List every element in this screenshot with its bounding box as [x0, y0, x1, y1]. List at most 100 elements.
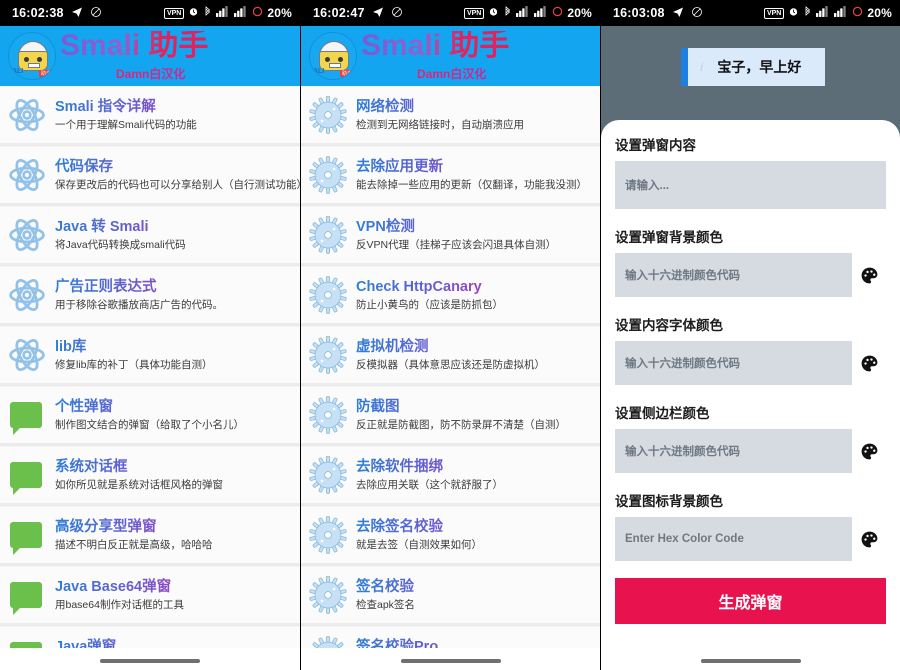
field-row: Enter Hex Color Code — [615, 517, 886, 561]
vpn-icon: VPN — [463, 7, 485, 19]
list-item-desc: 反正就是防截图，防不防录屏不清楚（自测） — [356, 418, 566, 431]
list-item-text: 去除应用更新 能去除掉一些应用的更新（仅翻译，功能我没测） — [356, 158, 592, 193]
mute-icon — [391, 6, 403, 21]
field-placeholder: Enter Hex Color Code — [625, 533, 744, 545]
gear-icon-svg — [309, 156, 347, 194]
list-item-title: Check HttpCanary — [356, 278, 592, 296]
list-item-text: 去除软件捆绑 去除应用关联（这个就舒服了） — [356, 458, 592, 493]
tool-list[interactable]: 网络检测 检测到无网络链接时，自动崩溃应用 去除应用更新 能去除掉一些应用的更新（仅翻… — [301, 86, 600, 670]
screenshot-triptych: 16:02:38 VPN 20% ALI 助手 Smali 助手 Damn白汉化… — [0, 0, 900, 670]
field-row: 输入十六进制颜色代码 — [615, 341, 886, 385]
hex-color-input[interactable]: 输入十六进制颜色代码 — [615, 253, 852, 297]
atom-icon — [8, 158, 46, 198]
palette-icon[interactable] — [852, 442, 886, 461]
content-input[interactable]: 请输入... — [615, 161, 886, 209]
palette-icon-svg — [861, 267, 877, 283]
list-item[interactable]: 虚拟机检测 反模拟器（具体意思应该还是防虚拟机） — [301, 326, 600, 383]
list-item-desc: 修复lib库的补丁（具体功能自测） — [55, 358, 213, 371]
field-label: 设置弹窗背景颜色 — [615, 230, 723, 245]
gear-icon — [309, 276, 347, 318]
list-item-icon — [309, 456, 347, 494]
palette-icon[interactable] — [852, 354, 886, 373]
gear-icon-svg — [309, 516, 347, 554]
atom-icon — [8, 98, 46, 138]
hex-color-input[interactable]: 输入十六进制颜色代码 — [615, 429, 852, 473]
list-item[interactable]: 签名校验 检查apk签名 — [301, 566, 600, 623]
list-item[interactable]: 去除软件捆绑 去除应用关联（这个就舒服了） — [301, 446, 600, 503]
list-item[interactable]: VPN检测 反VPN代理（挂梯子应该会闪退具体自测） — [301, 206, 600, 263]
gear-icon — [309, 336, 347, 378]
list-item[interactable]: 广告正则表达式 用于移除谷歌播放商店广告的代码。 — [0, 266, 300, 323]
list-item-icon — [8, 336, 46, 374]
atom-icon-svg — [9, 278, 45, 312]
status-bar: 16:03:08 VPN 20% — [601, 0, 900, 26]
list-item-icon — [309, 276, 347, 314]
form-field: 设置弹窗内容 请输入... — [615, 134, 886, 209]
list-item-title: 代码保存 — [55, 158, 292, 176]
list-item[interactable]: 去除签名校验 就是去签（自测效果如何） — [301, 506, 600, 563]
list-item[interactable]: 代码保存 保存更改后的代码也可以分享给别人（自行测试功能） — [0, 146, 300, 203]
list-item-icon — [8, 516, 46, 555]
app-header: ALI 助手 Smali 助手 Damn白汉化 — [301, 26, 600, 86]
list-item-desc: 一个用于理解Smali代码的功能 — [55, 118, 197, 131]
status-bar-left: 16:03:08 — [613, 6, 703, 21]
list-item-title: 系统对话框 — [55, 458, 292, 476]
list-item[interactable]: 去除应用更新 能去除掉一些应用的更新（仅翻译，功能我没测） — [301, 146, 600, 203]
list-item-icon — [309, 216, 347, 254]
telegram-icon — [372, 6, 384, 21]
home-indicator[interactable] — [400, 658, 501, 663]
palette-icon[interactable] — [852, 266, 886, 285]
list-item[interactable]: 高级分享型弹窗 描述不明白反正就是高级，哈哈哈 — [0, 506, 300, 563]
list-item[interactable]: Java 转 Smali 将Java代码转换成smali代码 — [0, 206, 300, 263]
palette-icon[interactable] — [852, 530, 886, 549]
list-item[interactable]: Java Base64弹窗 用base64制作对话框的工具 — [0, 566, 300, 623]
list-item-text: 系统对话框 如你所见就是系统对话框风格的弹窗 — [55, 458, 292, 493]
list-item-desc: 制作图文结合的弹窗（给取了个小名儿） — [55, 418, 244, 431]
list-item[interactable]: 个性弹窗制作图文结合的弹窗（给取了个小名儿） — [0, 386, 300, 443]
list-item[interactable]: lib库 修复lib库的补丁（具体功能自测） — [0, 326, 300, 383]
list-item-text: 代码保存 保存更改后的代码也可以分享给别人（自行测试功能） — [55, 158, 300, 193]
list-item-text: Java Base64弹窗 用base64制作对话框的工具 — [55, 578, 292, 613]
bluetooth-icon — [803, 5, 812, 21]
list-item-text: 个性弹窗制作图文结合的弹窗（给取了个小名儿） — [55, 398, 292, 433]
list-item[interactable]: Smali 指令详解 一个用于理解Smali代码的功能 — [0, 86, 300, 143]
popup-preview-text: 宝子，早上好 — [717, 59, 802, 75]
atom-icon-svg — [9, 158, 45, 192]
list-item[interactable]: 系统对话框 如你所见就是系统对话框风格的弹窗 — [0, 446, 300, 503]
speech-bubble-icon — [10, 522, 42, 555]
status-bar-right: VPN 20% — [763, 5, 892, 21]
status-bar-right: VPN 20% — [163, 5, 292, 21]
list-item-title: 个性弹窗 — [55, 398, 292, 416]
list-item-desc: 防止小黄鸟的（应该是防抓包） — [356, 298, 503, 311]
popup-preview: i 宝子，早上好 — [681, 48, 825, 86]
list-item-title: 高级分享型弹窗 — [55, 518, 292, 536]
battery-percent: 20% — [567, 6, 592, 20]
list-item-icon — [8, 276, 46, 314]
speech-bubble-icon — [10, 582, 42, 615]
status-bar: 16:02:47 VPN 20% — [301, 0, 600, 26]
form-field: 设置图标背景颜色 Enter Hex Color Code — [615, 490, 886, 561]
gear-icon — [309, 516, 347, 558]
hex-color-input[interactable]: 输入十六进制颜色代码 — [615, 341, 852, 385]
home-indicator[interactable] — [700, 658, 801, 663]
field-row: 输入十六进制颜色代码 — [615, 253, 886, 297]
list-item[interactable]: Check HttpCanary 防止小黄鸟的（应该是防抓包） — [301, 266, 600, 323]
battery-icon — [552, 6, 563, 20]
list-item[interactable]: 防截图 反正就是防截图，防不防录屏不清楚（自测） — [301, 386, 600, 443]
field-placeholder: 输入十六进制颜色代码 — [625, 446, 740, 458]
list-item-text: 网络检测 检测到无网络链接时，自动崩溃应用 — [356, 98, 592, 133]
generate-popup-button[interactable]: 生成弹窗 — [615, 578, 886, 624]
list-item[interactable]: 网络检测 检测到无网络链接时，自动崩溃应用 — [301, 86, 600, 143]
list-item-icon — [309, 96, 347, 134]
hex-color-input[interactable]: Enter Hex Color Code — [615, 517, 852, 561]
battery-icon — [852, 6, 863, 20]
atom-icon-svg — [9, 218, 45, 252]
signal-icon — [834, 6, 848, 20]
gear-icon — [309, 156, 347, 198]
bluetooth-icon — [503, 5, 512, 21]
list-item-desc: 将Java代码转换成smali代码 — [55, 238, 186, 251]
home-indicator[interactable] — [100, 658, 200, 663]
page-title: Smali 助手 — [361, 30, 600, 61]
smali-robot-logo: ALI 助手 — [309, 32, 357, 80]
tool-list[interactable]: Smali 指令详解 一个用于理解Smali代码的功能代码保存 保存更改后的代码也可… — [0, 86, 300, 670]
